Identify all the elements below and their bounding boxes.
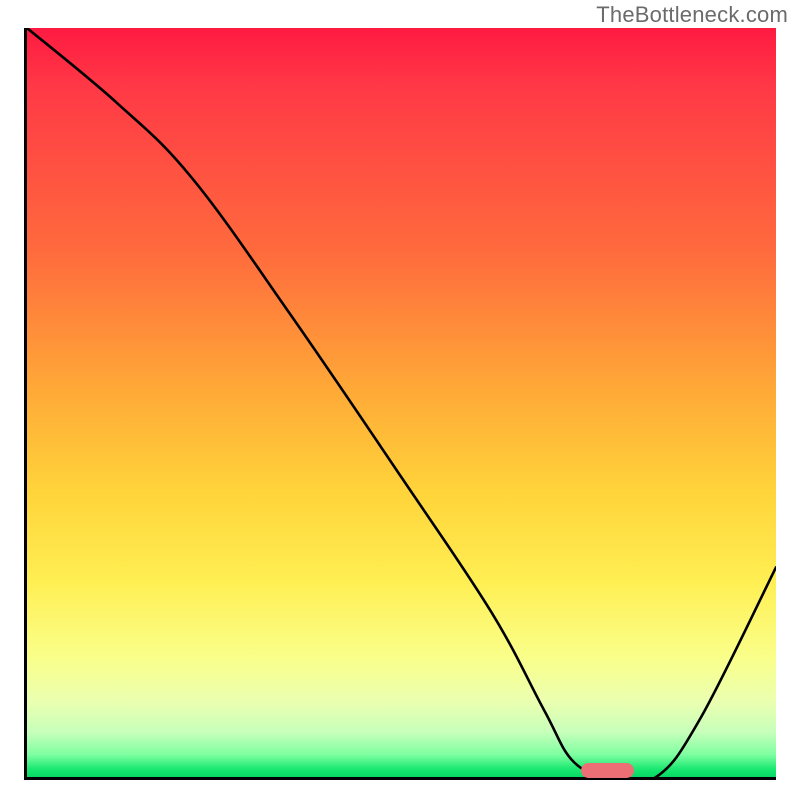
bottleneck-curve xyxy=(27,28,776,777)
optimal-marker xyxy=(581,763,633,778)
chart-container: TheBottleneck.com xyxy=(0,0,800,800)
plot-area xyxy=(24,28,776,780)
watermark-text: TheBottleneck.com xyxy=(596,2,788,28)
